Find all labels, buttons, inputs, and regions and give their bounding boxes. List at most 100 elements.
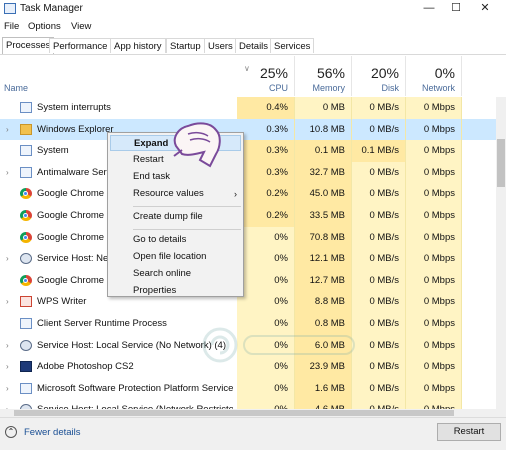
disk-value: 0 MB/s [352, 377, 406, 400]
restart-button[interactable]: Restart [437, 423, 501, 441]
memory-value: 12.1 MB [295, 248, 352, 270]
column-header-name[interactable]: Name [4, 83, 28, 93]
table-row[interactable]: › Windows Explorer 0.3% 10.8 MB 0 MB/s 0 Mbps [0, 118, 496, 141]
minimize-button[interactable]: — [416, 0, 442, 18]
network-label: Network [421, 83, 455, 93]
table-row[interactable]: › Service Host: Net 0% 12.1 MB 0 MB/s 0 Mbps [0, 248, 496, 270]
column-header-network[interactable]: 0% Network [406, 56, 462, 96]
cpu-value: 0% [237, 226, 295, 249]
table-row[interactable]: Google Chrome 0.2% 45.0 MB 0 MB/s 0 Mbps [0, 183, 496, 205]
memory-value: 0 MB [295, 97, 352, 119]
disk-value: 0 MB/s [352, 161, 406, 184]
cpu-value: 0% [237, 291, 295, 313]
cpu-value: 0% [237, 269, 295, 292]
expand-chevron-icon[interactable]: › [6, 119, 9, 141]
disk-label: Disk [381, 83, 400, 93]
network-value: 0 Mbps [406, 248, 462, 270]
process-icon [20, 123, 32, 135]
disk-value: 0 MB/s [352, 313, 406, 335]
menu-item-label: Open file location [133, 251, 207, 262]
menu-file[interactable]: File [4, 21, 19, 32]
table-row[interactable]: System interrupts 0.4% 0 MB 0 MB/s 0 Mbps [0, 97, 496, 119]
cpu-value: 0.3% [237, 118, 295, 141]
menu-view[interactable]: View [71, 21, 91, 32]
window-title: Task Manager [20, 3, 83, 14]
disk-value: 0 MB/s [352, 334, 406, 357]
context-menu-item[interactable]: Create dump file [110, 209, 241, 225]
close-button[interactable]: ✕ [472, 0, 498, 18]
column-header-disk[interactable]: 20% Disk [352, 56, 406, 96]
context-menu-item[interactable]: Search online [110, 266, 241, 282]
column-header-cpu[interactable]: 25% CPU [237, 56, 295, 96]
context-menu-item[interactable]: End task [110, 169, 241, 185]
vertical-scrollbar[interactable] [496, 97, 506, 417]
table-row[interactable]: System 0.3% 0.1 MB 0.1 MB/s 0 Mbps [0, 140, 496, 162]
menu-item-label: Search online [133, 268, 192, 279]
memory-value: 32.7 MB [295, 161, 352, 184]
tab-performance[interactable]: Performance [49, 38, 112, 53]
vertical-scroll-thumb[interactable] [497, 139, 505, 187]
table-row[interactable]: › Antimalware Serv 0.3% 32.7 MB 0 MB/s 0 Mbps [0, 161, 496, 184]
tab-services[interactable]: Services [270, 38, 315, 53]
memory-total: 56% [316, 65, 345, 81]
network-value: 0 Mbps [406, 97, 462, 119]
network-value: 0 Mbps [406, 118, 462, 141]
disk-value: 0 MB/s [352, 269, 406, 292]
context-menu-item[interactable]: Properties [110, 283, 241, 299]
disk-value: 0 MB/s [352, 356, 406, 378]
menu-item-label: Expand [134, 138, 169, 149]
expand-chevron-icon[interactable]: › [6, 162, 9, 184]
table-row[interactable]: Google Chrome 0% 70.8 MB 0 MB/s 0 Mbps [0, 226, 496, 249]
memory-value: 33.5 MB [295, 205, 352, 227]
network-value: 0 Mbps [406, 205, 462, 227]
context-menu-item[interactable]: Open file location [110, 249, 241, 265]
tab-details[interactable]: Details [235, 38, 273, 53]
memory-value: 1.6 MB [295, 377, 352, 400]
maximize-button[interactable]: ☐ [443, 0, 469, 18]
menu-options[interactable]: Options [28, 21, 61, 32]
network-value: 0 Mbps [406, 291, 462, 313]
chevron-up-icon[interactable]: ⌃ [5, 426, 17, 438]
memory-value: 12.7 MB [295, 269, 352, 292]
expand-chevron-icon[interactable]: › [6, 378, 9, 400]
expand-chevron-icon[interactable]: › [6, 335, 9, 357]
expand-chevron-icon[interactable]: › [6, 248, 9, 270]
menu-separator [133, 206, 241, 207]
tab-processes[interactable]: Processes [2, 37, 55, 54]
context-menu-item[interactable]: Resource values › [110, 186, 241, 202]
network-value: 0 Mbps [406, 161, 462, 184]
tab-startup[interactable]: Startup [166, 38, 205, 53]
disk-value: 0 MB/s [352, 291, 406, 313]
column-header-memory[interactable]: 56% Memory [295, 56, 352, 96]
horizontal-scrollbar[interactable] [0, 409, 496, 417]
fewer-details-link[interactable]: Fewer details [24, 427, 81, 438]
process-list: System interrupts 0.4% 0 MB 0 MB/s 0 Mbps › Wi… [0, 97, 506, 417]
table-row[interactable]: Google Chrome 0% 12.7 MB 0 MB/s 0 Mbps [0, 269, 496, 292]
table-row[interactable]: Google Chrome 0.2% 33.5 MB 0 MB/s 0 Mbps [0, 205, 496, 227]
network-value: 0 Mbps [406, 377, 462, 400]
process-icon [20, 231, 32, 243]
cpu-value: 0% [237, 248, 295, 270]
table-row[interactable]: › Microsoft Software Protection Platform … [0, 377, 496, 400]
tab-users[interactable]: Users [204, 38, 237, 53]
process-icon [20, 166, 32, 178]
pointing-hand-icon [173, 122, 221, 168]
disk-value: 0 MB/s [352, 248, 406, 270]
horizontal-scroll-thumb[interactable] [14, 410, 454, 416]
disk-value: 0 MB/s [352, 183, 406, 205]
expand-chevron-icon[interactable]: › [6, 356, 9, 378]
submenu-arrow-icon: › [234, 189, 237, 199]
watermark-logo [200, 322, 360, 368]
tab-app-history[interactable]: App history [110, 38, 166, 53]
process-icon [20, 145, 32, 157]
network-value: 0 Mbps [406, 140, 462, 162]
cpu-value: 0.2% [237, 205, 295, 227]
expand-chevron-icon[interactable]: › [6, 291, 9, 313]
table-row[interactable]: › WPS Writer 0% 8.8 MB 0 MB/s 0 Mbps [0, 291, 496, 313]
context-menu-item[interactable]: Go to details [110, 232, 241, 248]
cpu-total: 25% [259, 65, 288, 81]
cpu-label: CPU [268, 83, 288, 93]
cpu-value: 0.3% [237, 161, 295, 184]
cpu-value: 0.2% [237, 183, 295, 205]
network-total: 0% [434, 65, 455, 81]
